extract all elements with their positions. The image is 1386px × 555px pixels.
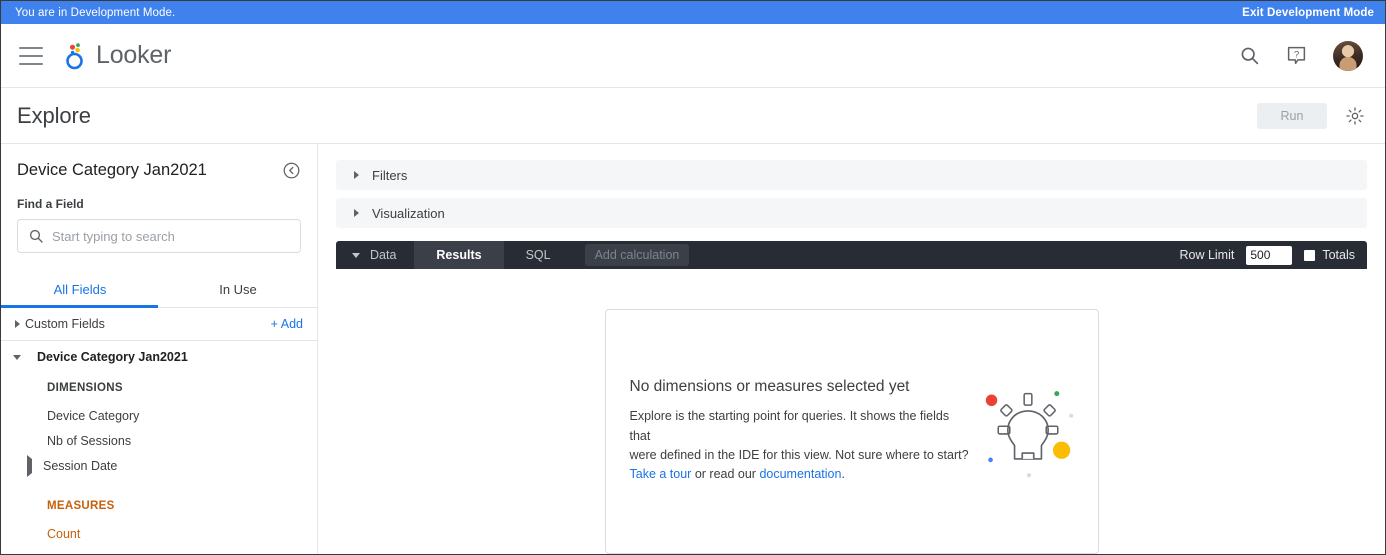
- avatar[interactable]: [1333, 40, 1363, 71]
- looker-brand[interactable]: Looker: [63, 41, 171, 70]
- tab-active-underline: [1, 305, 158, 308]
- data-toolbar-right: Row Limit Totals: [1179, 241, 1367, 269]
- find-a-field-label: Find a Field: [17, 197, 84, 211]
- add-custom-field-button[interactable]: + Add: [271, 317, 303, 331]
- chevron-down-icon: [352, 252, 360, 258]
- empty-state-body-line2: were defined in the IDE for this view. N…: [629, 448, 969, 462]
- totals-label: Totals: [1322, 248, 1355, 262]
- chevron-right-icon[interactable]: [27, 454, 32, 477]
- view-group-label: Device Category Jan2021: [37, 350, 188, 364]
- field-count[interactable]: Count: [1, 521, 317, 546]
- tab-sql[interactable]: SQL: [504, 241, 573, 269]
- explore-title-bar: Explore Run: [1, 88, 1385, 144]
- run-button[interactable]: Run: [1257, 102, 1327, 129]
- field-nb-of-sessions[interactable]: Nb of Sessions: [1, 428, 317, 453]
- row-limit-label: Row Limit: [1179, 248, 1235, 262]
- row-limit-input[interactable]: [1246, 245, 1293, 265]
- empty-state-body-line1: Explore is the starting point for querie…: [629, 409, 950, 443]
- field-panel-tabs: All Fields In Use: [1, 273, 317, 308]
- chevron-right-icon: [354, 209, 359, 217]
- dimensions-group-label: DIMENSIONS: [47, 382, 123, 394]
- data-section-toggle[interactable]: Data: [336, 241, 414, 269]
- field-panel-title-row: Device Category Jan2021: [17, 161, 301, 180]
- empty-state-title: No dimensions or measures selected yet: [629, 378, 910, 396]
- exit-development-mode-link[interactable]: Exit Development Mode: [1242, 7, 1374, 19]
- filters-label: Filters: [372, 167, 408, 183]
- development-mode-message: You are in Development Mode.: [15, 6, 176, 19]
- measures-group-label: MEASURES: [47, 500, 115, 512]
- documentation-link[interactable]: documentation: [759, 467, 841, 481]
- collapse-left-icon[interactable]: [282, 161, 301, 180]
- field-panel-header: Device Category Jan2021 Find a Field: [1, 144, 317, 253]
- empty-state-text: No dimensions or measures selected yet E…: [630, 378, 970, 485]
- brand-name: Looker: [96, 41, 172, 69]
- data-toolbar: Data Results SQL Add calculation Row Lim…: [336, 241, 1367, 269]
- custom-fields-label: Custom Fields: [25, 317, 105, 331]
- search-icon: [29, 229, 43, 243]
- page-title: Explore: [17, 102, 91, 128]
- filters-accordion[interactable]: Filters: [336, 160, 1367, 190]
- lightbulb-illustration: [985, 390, 1073, 477]
- empty-state-body: Explore is the starting point for querie…: [630, 407, 970, 485]
- empty-state-body-mid: or read our: [691, 467, 760, 482]
- view-group-row[interactable]: Device Category Jan2021: [1, 341, 317, 373]
- chevron-right-icon[interactable]: [9, 320, 25, 328]
- search-icon[interactable]: [1239, 45, 1260, 66]
- chevron-right-icon: [354, 171, 359, 179]
- development-mode-banner: You are in Development Mode. Exit Develo…: [1, 1, 1385, 24]
- field-device-category[interactable]: Device Category: [1, 403, 317, 428]
- checkbox-box: [1304, 249, 1316, 261]
- empty-state-body-end: .: [841, 467, 845, 482]
- explore-body: Device Category Jan2021 Find a Field Sta…: [1, 144, 1385, 554]
- app-header: Looker ?: [1, 24, 1385, 88]
- tab-results[interactable]: Results: [414, 241, 504, 269]
- chevron-down-icon[interactable]: [9, 354, 25, 360]
- help-icon[interactable]: ?: [1286, 45, 1307, 66]
- header-actions: ?: [1239, 40, 1363, 71]
- svg-text:?: ?: [1294, 49, 1299, 60]
- tab-in-use[interactable]: In Use: [159, 273, 317, 307]
- explore-main: Filters Visualization Data Results SQL A…: [318, 144, 1385, 554]
- custom-fields-row[interactable]: Custom Fields + Add: [1, 308, 317, 341]
- tab-all-fields[interactable]: All Fields: [1, 273, 159, 307]
- field-session-date[interactable]: Session Date: [1, 453, 317, 478]
- field-panel: Device Category Jan2021 Find a Field Sta…: [1, 144, 318, 554]
- view-title: Device Category Jan2021: [17, 161, 207, 179]
- hamburger-icon[interactable]: [19, 46, 43, 65]
- field-list: Custom Fields + Add Device Category Jan2…: [1, 308, 317, 554]
- totals-checkbox[interactable]: Totals: [1304, 248, 1355, 262]
- visualization-label: Visualization: [372, 205, 445, 221]
- take-a-tour-link[interactable]: Take a tour: [630, 467, 692, 481]
- gear-icon[interactable]: [1345, 106, 1365, 126]
- data-label: Data: [370, 248, 397, 262]
- results-canvas: No dimensions or measures selected yet E…: [336, 269, 1367, 554]
- looker-explore-page: You are in Development Mode. Exit Develo…: [0, 0, 1386, 555]
- empty-state-card: No dimensions or measures selected yet E…: [604, 309, 1099, 554]
- field-search-box[interactable]: [17, 219, 301, 253]
- visualization-accordion[interactable]: Visualization: [336, 198, 1367, 228]
- add-calculation-button[interactable]: Add calculation: [584, 244, 690, 266]
- looker-logo-icon: [66, 42, 83, 69]
- search-input[interactable]: [52, 228, 290, 244]
- field-session-date-label: Session Date: [43, 458, 118, 473]
